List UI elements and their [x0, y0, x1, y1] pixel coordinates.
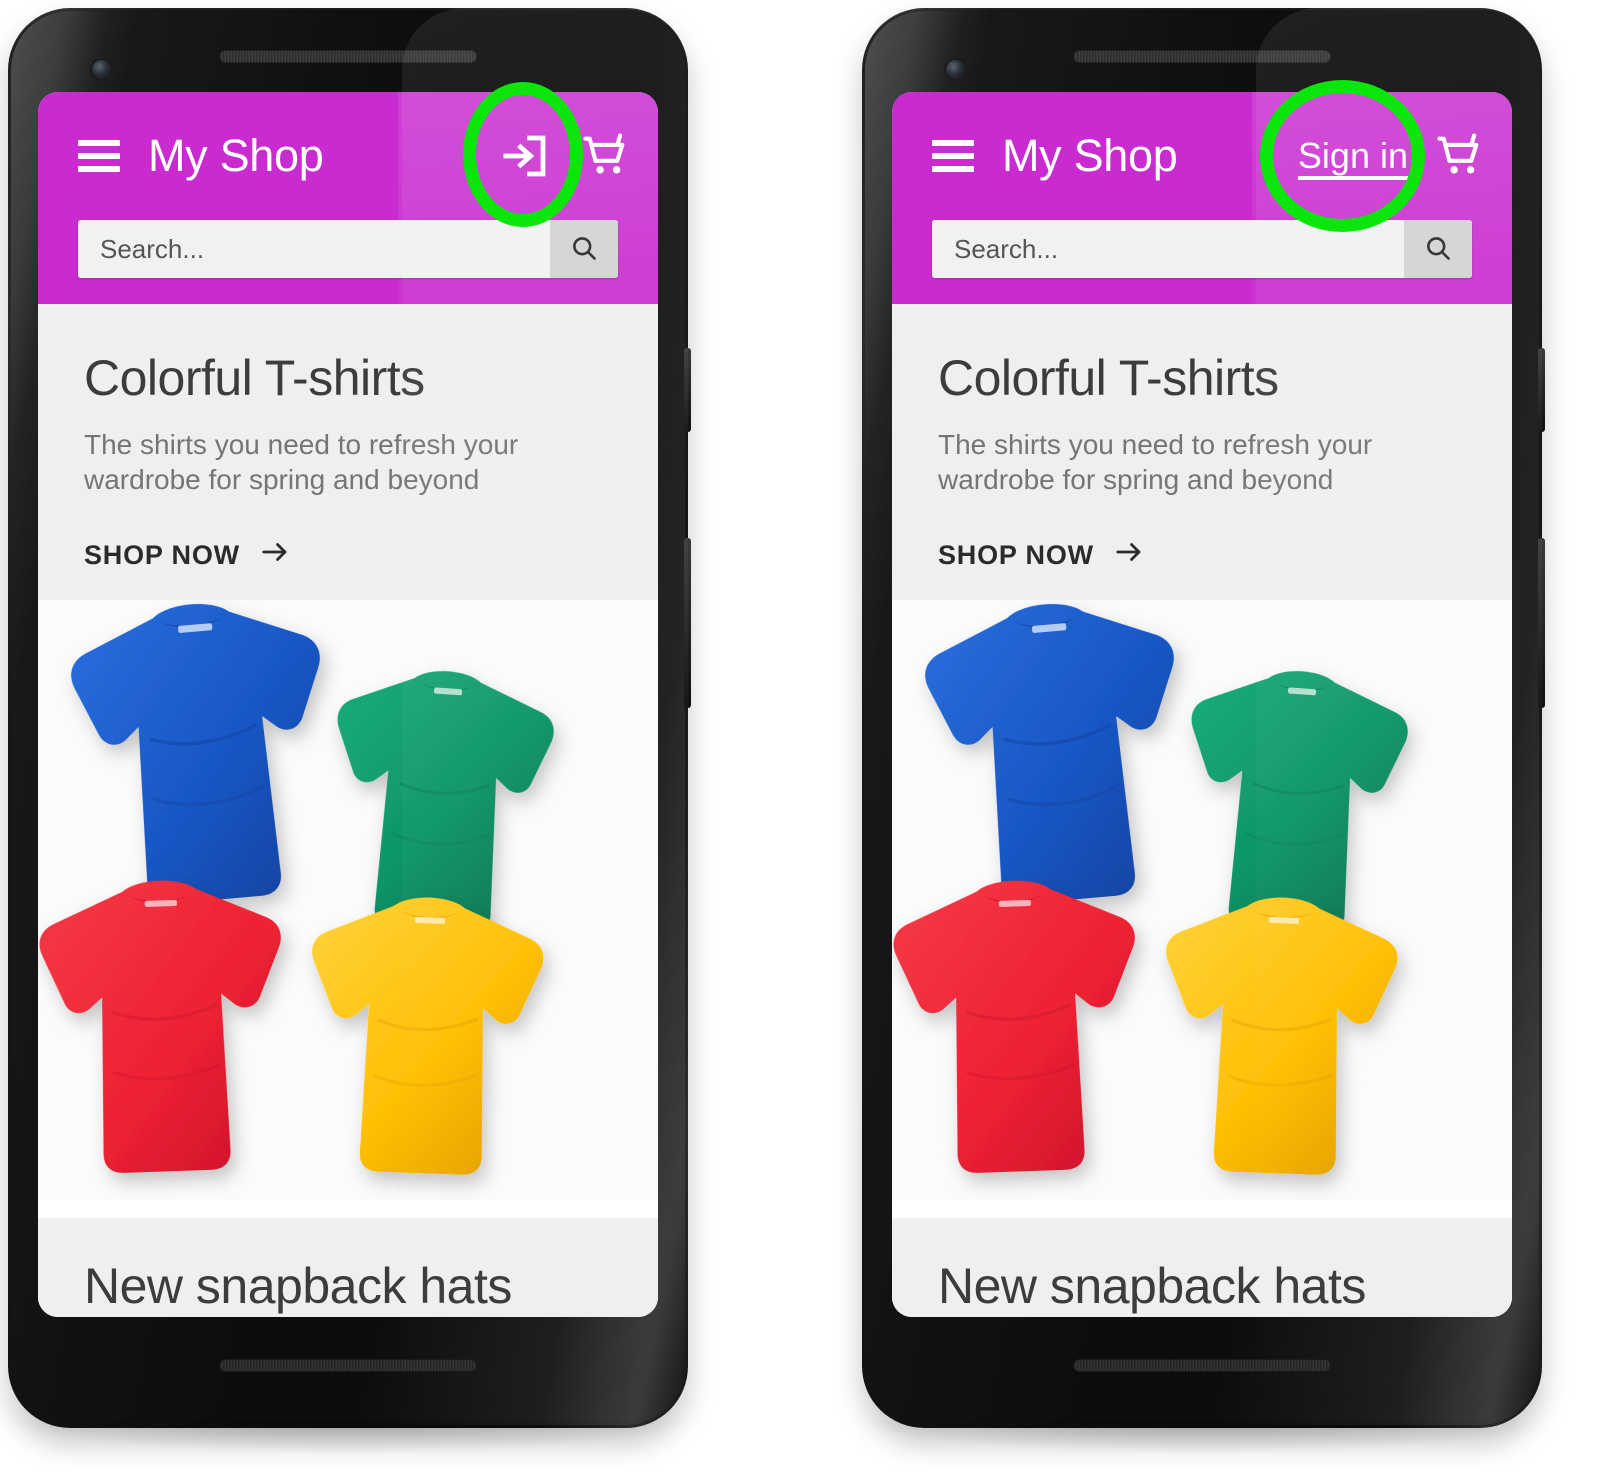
search-input[interactable]	[78, 220, 550, 278]
shop-now-button[interactable]: SHOP NOW	[938, 537, 1144, 574]
earpiece-speaker-icon	[219, 50, 477, 63]
front-camera-icon	[946, 60, 965, 79]
card-title: New snapback hats	[938, 1257, 1366, 1314]
card-description: The shirts you need to refresh your ward…	[84, 428, 519, 495]
sign-in-link[interactable]: Sign in	[1298, 135, 1408, 177]
magnifier-search-icon	[569, 233, 599, 266]
app-title: My Shop	[1002, 130, 1178, 181]
tshirt-group-illustration	[892, 599, 1512, 1200]
card-title: Colorful T-shirts	[84, 350, 425, 406]
arrow-right-icon	[1114, 537, 1144, 574]
app-title: My Shop	[148, 130, 324, 181]
app-header-left: My Shop	[38, 92, 658, 304]
arrow-right-icon	[260, 537, 290, 574]
phone-screen-right: My Shop Sign in Search... Colorful T-shi…	[892, 92, 1512, 1317]
bottom-speaker-icon	[219, 1359, 477, 1372]
phone-device-right: My Shop Sign in Search... Colorful T-shi…	[862, 8, 1545, 1454]
card-title: Colorful T-shirts	[938, 350, 1279, 406]
page-content-right: Colorful T-shirts The shirts you need to…	[892, 304, 1512, 1317]
card-description: The shirts you need to refresh your ward…	[938, 428, 1373, 495]
volume-button[interactable]	[684, 538, 691, 708]
phone-device-left: My Shop Search... Colorful T-shirts The …	[8, 8, 691, 1454]
hamburger-menu-icon[interactable]	[78, 140, 120, 172]
card-snapback-hats: New snapback hats Dashing, distinctive. …	[892, 1217, 1512, 1317]
shop-now-button[interactable]: SHOP NOW	[84, 537, 290, 574]
app-header-right: My Shop Sign in	[892, 92, 1512, 304]
search-input[interactable]	[932, 220, 1404, 278]
shopping-cart-icon[interactable]	[580, 130, 632, 182]
tshirts-hero-image	[38, 599, 658, 1200]
toolbar-right: My Shop Sign in	[892, 92, 1512, 220]
page-content-left: Colorful T-shirts The shirts you need to…	[38, 304, 658, 1317]
tshirts-hero-image	[892, 599, 1512, 1200]
screenshot-stage: My Shop Search... Colorful T-shirts The …	[0, 0, 1600, 1473]
shop-now-label: SHOP NOW	[938, 539, 1094, 570]
power-button[interactable]	[1538, 348, 1545, 432]
phone-screen-left: My Shop Search... Colorful T-shirts The …	[38, 92, 658, 1317]
search-submit-button[interactable]	[1404, 220, 1472, 278]
search-box[interactable]	[932, 220, 1472, 278]
shopping-cart-icon[interactable]	[1434, 130, 1486, 182]
hamburger-menu-icon[interactable]	[932, 140, 974, 172]
search-row-right	[892, 220, 1512, 278]
magnifier-search-icon	[1423, 233, 1453, 266]
volume-button[interactable]	[1538, 538, 1545, 708]
power-button[interactable]	[684, 348, 691, 432]
card-title: New snapback hats	[84, 1257, 512, 1314]
search-submit-button[interactable]	[550, 220, 618, 278]
card-snapback-hats: New snapback hats Dashing, distinctive. …	[38, 1217, 658, 1317]
earpiece-speaker-icon	[1073, 50, 1331, 63]
bottom-speaker-icon	[1073, 1359, 1331, 1372]
card-colorful-tshirts: Colorful T-shirts The shirts you need to…	[892, 304, 1512, 1200]
login-arrow-into-bracket-icon[interactable]	[498, 129, 552, 183]
card-divider	[892, 1199, 1512, 1218]
shop-now-label: SHOP NOW	[84, 539, 240, 570]
search-row-left	[38, 220, 658, 278]
toolbar-left: My Shop	[38, 92, 658, 220]
tshirt-group-illustration	[38, 599, 658, 1200]
card-colorful-tshirts: Colorful T-shirts The shirts you need to…	[38, 304, 658, 1200]
card-divider	[38, 1199, 658, 1218]
search-box[interactable]	[78, 220, 618, 278]
front-camera-icon	[92, 60, 111, 79]
